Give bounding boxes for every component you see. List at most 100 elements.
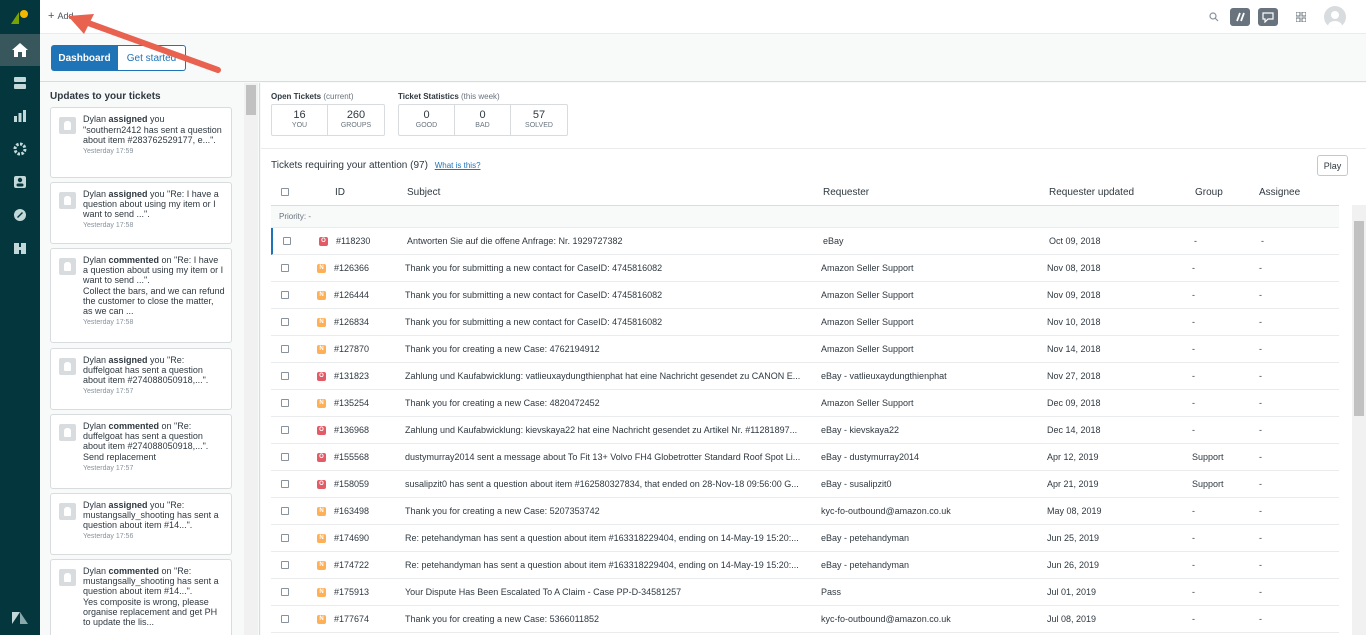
row-checkbox[interactable] — [281, 318, 289, 326]
ticket-requester[interactable]: Amazon Seller Support — [821, 398, 1041, 408]
ticket-requester[interactable]: Amazon Seller Support — [821, 344, 1041, 354]
tab-get-started[interactable]: Get started — [118, 45, 186, 71]
update-card[interactable]: Dylan commented on "Re: mustangsally_sho… — [50, 559, 232, 635]
table-row[interactable]: N #174722 Re: petehandyman has sent a ques… — [271, 552, 1339, 579]
ticket-requester[interactable]: eBay — [823, 236, 1043, 246]
row-checkbox[interactable] — [281, 534, 289, 542]
views-icon[interactable] — [0, 67, 40, 99]
ticket-subject[interactable]: Re: petehandyman has sent a question abo… — [405, 533, 813, 543]
stat-you[interactable]: 16 YOU — [272, 105, 328, 135]
ticket-subject[interactable]: Zahlung und Kaufabwicklung: kievskaya22 … — [405, 425, 813, 435]
ticket-requester[interactable]: kyc-fo-outbound@amazon.co.uk — [821, 506, 1041, 516]
stat-good[interactable]: 0 GOOD — [399, 105, 455, 135]
search-icon[interactable] — [1204, 8, 1224, 26]
header-id[interactable]: ID — [335, 187, 345, 198]
update-card[interactable]: Dylan commented on "Re: duffelgoat has s… — [50, 414, 232, 489]
row-checkbox[interactable] — [281, 453, 289, 461]
admin-gear-icon[interactable] — [0, 133, 40, 165]
table-row[interactable]: N #175913 Your Dispute Has Been Escalated … — [271, 579, 1339, 606]
reporting-icon[interactable] — [0, 100, 40, 132]
row-checkbox[interactable] — [281, 507, 289, 515]
ticket-subject[interactable]: Thank you for creating a new Case: 48204… — [405, 398, 813, 408]
play-button[interactable]: Play — [1317, 155, 1348, 176]
row-checkbox[interactable] — [281, 291, 289, 299]
ticket-subject[interactable]: Thank you for submitting a new contact f… — [405, 263, 813, 273]
ticket-subject[interactable]: Zahlung und Kaufabwicklung: vatlieuxaydu… — [405, 371, 813, 381]
table-row[interactable]: N #126444 Thank you for submitting a new c… — [271, 282, 1339, 309]
ticket-subject[interactable]: Thank you for creating a new Case: 52073… — [405, 506, 813, 516]
table-row[interactable]: N #127870 Thank you for creating a new Cas… — [271, 336, 1339, 363]
table-row[interactable]: N #177674 Thank you for creating a new Cas… — [271, 606, 1339, 633]
row-checkbox[interactable] — [281, 588, 289, 596]
update-card[interactable]: Dylan commented on "Re: I have a questio… — [50, 248, 232, 343]
stat-solved[interactable]: 57 SOLVED — [511, 105, 567, 135]
row-checkbox[interactable] — [281, 480, 289, 488]
zendesk-footer-logo-icon[interactable] — [0, 602, 40, 634]
table-row[interactable]: N #126834 Thank you for submitting a new c… — [271, 309, 1339, 336]
ticket-requester[interactable]: eBay - dustymurray2014 — [821, 452, 1041, 462]
ticket-subject[interactable]: susalipzit0 has sent a question about it… — [405, 479, 813, 489]
tab-dashboard[interactable]: Dashboard — [51, 45, 118, 71]
ticket-requester[interactable]: Amazon Seller Support — [821, 317, 1041, 327]
add-button[interactable]: + Add — [48, 10, 73, 22]
row-checkbox[interactable] — [281, 561, 289, 569]
table-row[interactable]: N #126366 Thank you for submitting a new c… — [271, 255, 1339, 282]
table-row[interactable]: N #174690 Re: petehandyman has sent a ques… — [271, 525, 1339, 552]
row-checkbox[interactable] — [281, 399, 289, 407]
stat-bad[interactable]: 0 BAD — [455, 105, 511, 135]
table-row[interactable]: O #155568 dustymurray2014 sent a message a… — [271, 444, 1339, 471]
header-subject[interactable]: Subject — [407, 187, 440, 198]
ticket-subject[interactable]: Thank you for creating a new Case: 47621… — [405, 344, 813, 354]
select-all-checkbox[interactable] — [281, 188, 289, 196]
row-checkbox[interactable] — [281, 426, 289, 434]
apps-grid-icon[interactable] — [1291, 8, 1311, 26]
user-avatar[interactable] — [1324, 6, 1346, 28]
ticket-subject[interactable]: Re: petehandyman has sent a question abo… — [405, 560, 813, 570]
chat-icon[interactable] — [1258, 8, 1278, 26]
ticket-requester[interactable]: eBay - petehandyman — [821, 533, 1041, 543]
row-checkbox[interactable] — [281, 372, 289, 380]
table-row[interactable]: N #163498 Thank you for creating a new Cas… — [271, 498, 1339, 525]
table-row[interactable]: O #131823 Zahlung und Kaufabwicklung: vatl… — [271, 363, 1339, 390]
table-row[interactable]: O #118230 Antworten Sie auf die offene Anf… — [271, 228, 1339, 255]
row-checkbox[interactable] — [283, 237, 291, 245]
customers-icon[interactable] — [0, 166, 40, 198]
update-card[interactable]: Dylan assigned you "Re: duffelgoat has s… — [50, 348, 232, 410]
table-row[interactable]: O #136968 Zahlung und Kaufabwicklung: kiev… — [271, 417, 1339, 444]
stat-groups[interactable]: 260 GROUPS — [328, 105, 384, 135]
row-checkbox[interactable] — [281, 345, 289, 353]
talk-icon[interactable] — [1230, 8, 1250, 26]
ticket-subject[interactable]: Antworten Sie auf die offene Anfrage: Nr… — [407, 236, 815, 246]
zendesk-brand-icon[interactable] — [0, 199, 40, 231]
table-row[interactable]: O #158059 susalipzit0 has sent a question … — [271, 471, 1339, 498]
header-group[interactable]: Group — [1195, 187, 1223, 198]
ticket-subject[interactable]: dustymurray2014 sent a message about To … — [405, 452, 813, 462]
ticket-requester[interactable]: Amazon Seller Support — [821, 263, 1041, 273]
update-card[interactable]: Dylan assigned you "Re: mustangsally_sho… — [50, 493, 232, 555]
ticket-requester[interactable]: eBay - susalipzit0 — [821, 479, 1041, 489]
header-requester-updated[interactable]: Requester updated — [1049, 187, 1134, 198]
what-is-this-link[interactable]: What is this? — [435, 161, 481, 170]
main-scrollbar[interactable] — [1352, 205, 1366, 635]
ticket-requester[interactable]: eBay - petehandyman — [821, 560, 1041, 570]
update-card[interactable]: Dylan assigned you "Re: I have a questio… — [50, 182, 232, 244]
ticket-subject[interactable]: Thank you for submitting a new contact f… — [405, 317, 813, 327]
row-checkbox[interactable] — [281, 264, 289, 272]
table-row[interactable]: N #135254 Thank you for creating a new Cas… — [271, 390, 1339, 417]
zendesk-logo-icon[interactable] — [0, 0, 40, 34]
updates-scrollbar[interactable] — [244, 83, 258, 635]
home-icon[interactable] — [0, 34, 40, 66]
row-checkbox[interactable] — [281, 615, 289, 623]
ticket-requester[interactable]: Pass — [821, 587, 1041, 597]
ticket-subject[interactable]: Your Dispute Has Been Escalated To A Cla… — [405, 587, 813, 597]
ticket-requester[interactable]: eBay - kievskaya22 — [821, 425, 1041, 435]
ticket-subject[interactable]: Thank you for submitting a new contact f… — [405, 290, 813, 300]
ticket-requester[interactable]: eBay - vatlieuxaydungthienphat — [821, 371, 1041, 381]
header-assignee[interactable]: Assignee — [1259, 187, 1300, 198]
ticket-requester[interactable]: kyc-fo-outbound@amazon.co.uk — [821, 614, 1041, 624]
ticket-subject[interactable]: Thank you for creating a new Case: 53660… — [405, 614, 813, 624]
ticket-requester[interactable]: Amazon Seller Support — [821, 290, 1041, 300]
header-requester[interactable]: Requester — [823, 187, 869, 198]
update-card[interactable]: Dylan assigned you "southern2412 has sen… — [50, 107, 232, 178]
organizations-icon[interactable] — [0, 232, 40, 264]
